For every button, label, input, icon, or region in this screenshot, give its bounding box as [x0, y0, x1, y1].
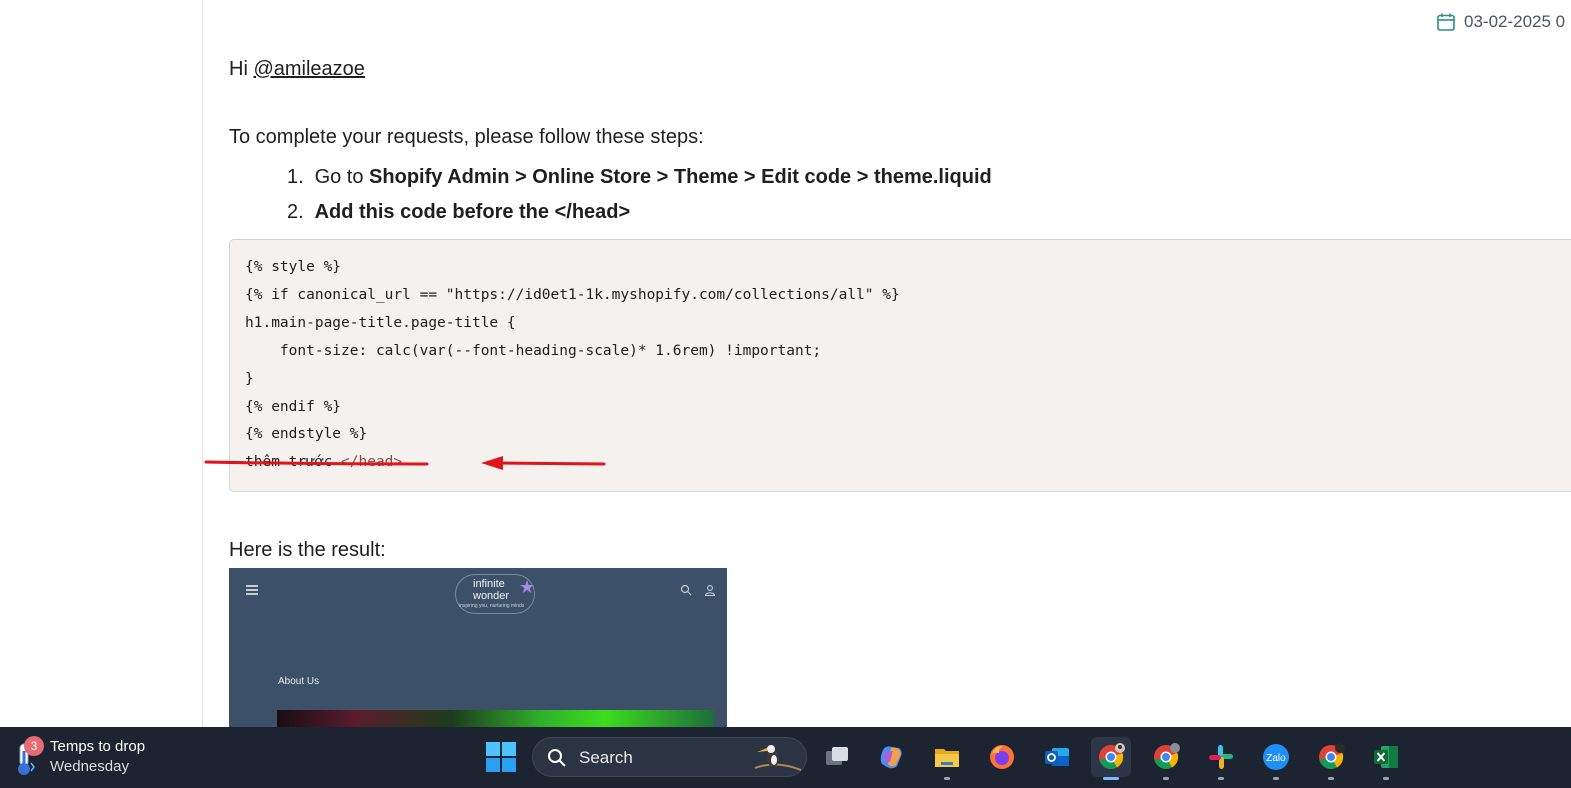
intro-text: To complete your requests, please follow…: [229, 126, 704, 148]
logo-text-line2: wonder: [473, 590, 510, 602]
step-bold-text: Shopify Admin > Online Store > Theme > E…: [369, 166, 992, 188]
code-line-note: thêm trước </head>: [245, 449, 900, 477]
code-line: font-size: calc(var(--font-heading-scale…: [245, 342, 822, 359]
chrome-profile-2-button[interactable]: [1146, 737, 1186, 777]
chrome-icon: [1154, 743, 1180, 769]
greeting: Hi @amileazoe: [229, 58, 365, 81]
user-mention-link[interactable]: @amileazoe: [253, 58, 364, 80]
calendar-icon: [1437, 13, 1455, 31]
step-number: 2.: [287, 201, 304, 223]
code-block: {% style %} {% if canonical_url == "https…: [229, 239, 1571, 492]
copilot-icon: [880, 746, 902, 769]
running-indicator: [1218, 777, 1224, 780]
code-line: }: [245, 370, 254, 387]
weather-alert-badge: 3: [24, 736, 44, 756]
chrome-icon: [1099, 743, 1125, 769]
step-number: 1.: [287, 166, 304, 188]
code-line: {% if canonical_url == "https://id0et1-1…: [245, 286, 900, 303]
hornbill-bird-icon: [754, 745, 802, 771]
running-indicator: [1163, 777, 1169, 780]
code-line: {% style %}: [245, 259, 342, 275]
logo-tagline: inspiring you, nurturing minds: [459, 603, 525, 609]
weather-subtitle: Wednesday: [50, 758, 129, 775]
active-app-indicator: [1103, 777, 1119, 780]
task-view-icon: [826, 747, 848, 765]
zalo-button[interactable]: Zalo: [1256, 737, 1296, 777]
slack-button[interactable]: [1201, 737, 1241, 777]
search-icon: [548, 749, 566, 767]
result-screenshot[interactable]: infinite wonder inspiring you, nurturing…: [229, 568, 727, 727]
chrome-profile-3-button[interactable]: [1311, 737, 1351, 777]
code-line: {% endstyle %}: [245, 426, 368, 443]
logo-text-line1: infinite: [473, 578, 505, 590]
left-sidebar: [0, 0, 203, 727]
weather-widget[interactable]: 3 Temps to drop Wednesday: [10, 735, 170, 781]
result-label: Here is the result:: [229, 539, 386, 561]
chrome-icon: [1319, 743, 1345, 769]
post-date-text: 03-02-2025 0: [1464, 12, 1566, 31]
running-indicator: [1383, 777, 1389, 780]
step-item: 1. Go to Shopify Admin > Online Store > …: [287, 160, 992, 195]
svg-text:Zalo: Zalo: [1266, 753, 1286, 764]
slack-icon: [1209, 745, 1233, 769]
windows-start-icon[interactable]: [484, 740, 518, 774]
windows-taskbar: 3 Temps to drop Wednesday Search Zalo: [0, 727, 1571, 788]
excel-button[interactable]: [1366, 737, 1406, 777]
page-heading: About Us: [278, 676, 320, 687]
chrome-profile-1-button[interactable]: [1091, 737, 1131, 777]
account-icon: [704, 585, 716, 596]
excel-icon: [1374, 746, 1398, 768]
code-note-tag: </head>: [341, 454, 403, 471]
firefox-icon: [990, 745, 1014, 769]
file-explorer-button[interactable]: [927, 737, 967, 777]
outlook-icon: [1045, 748, 1069, 766]
code-line: h1.main-page-title.page-title {: [245, 314, 516, 331]
star-icon: ★: [519, 577, 536, 597]
code-note-text: thêm trước: [245, 454, 342, 471]
step-item: 2. Add this code before the </head>: [287, 195, 992, 230]
search-placeholder: Search: [579, 748, 633, 767]
running-indicator: [944, 777, 950, 780]
hamburger-menu-icon: [246, 585, 258, 595]
about-photo: [277, 710, 714, 727]
outlook-button[interactable]: [1037, 737, 1077, 777]
weather-title: Temps to drop: [50, 738, 146, 755]
code-line: {% endif %}: [245, 398, 342, 415]
code-content: {% style %} {% if canonical_url == "https…: [245, 254, 900, 477]
folder-icon: [935, 749, 959, 767]
search-icon: [680, 584, 692, 596]
steps-list: 1. Go to Shopify Admin > Online Store > …: [287, 160, 992, 230]
comment-post: 03-02-2025 0 Hi @amileazoe To complete y…: [229, 0, 1571, 727]
running-indicator: [1328, 777, 1334, 780]
post-date: 03-02-2025 0: [1436, 12, 1565, 32]
taskbar-search[interactable]: Search: [532, 737, 807, 777]
step-text: Go to: [314, 166, 370, 188]
greeting-prefix: Hi: [229, 58, 254, 80]
task-view-button[interactable]: [817, 737, 857, 777]
zalo-icon: Zalo: [1263, 744, 1289, 770]
firefox-button[interactable]: [982, 737, 1022, 777]
running-indicator: [1273, 777, 1279, 780]
copilot-button[interactable]: [872, 737, 912, 777]
step-bold-text: Add this code before the </head>: [314, 201, 631, 223]
